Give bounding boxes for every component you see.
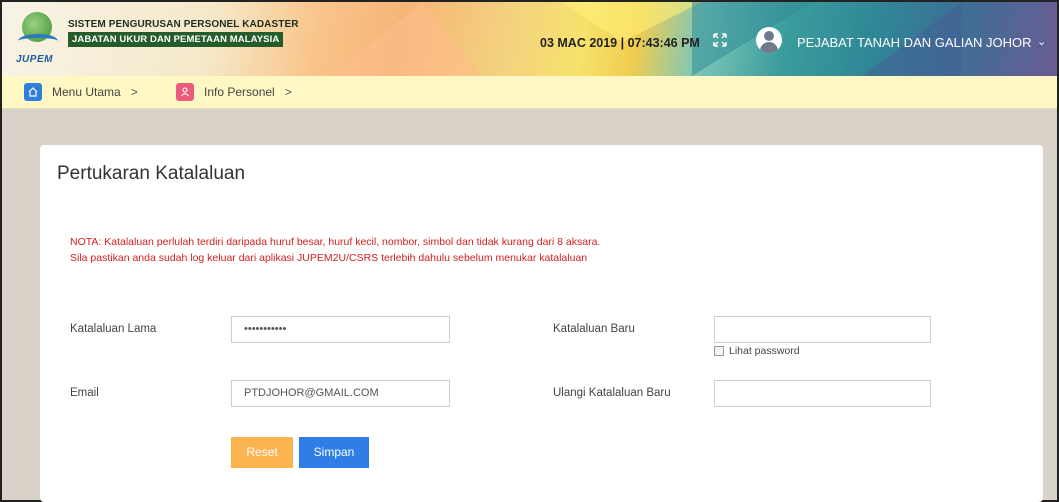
breadcrumb-item-menu-utama[interactable]: Menu Utama >: [24, 83, 138, 101]
user-avatar[interactable]: [756, 27, 782, 53]
change-password-card: Pertukaran Katalaluan NOTA: Katalaluan p…: [40, 145, 1043, 502]
user-glyph: [181, 87, 189, 97]
breadcrumb-label: Info Personel: [204, 85, 275, 99]
old-password-label: Katalaluan Lama: [70, 323, 157, 335]
header-decoration: [332, 2, 482, 76]
home-icon: [24, 83, 42, 101]
jupem-logo[interactable]: JUPEM: [16, 12, 58, 68]
breadcrumb-label: Menu Utama: [52, 85, 121, 99]
checkbox-box[interactable]: [714, 346, 724, 356]
fullscreen-icon[interactable]: [712, 33, 728, 49]
avatar-head: [764, 31, 774, 41]
user-icon: [176, 83, 194, 101]
show-password-label: Lihat password: [729, 345, 800, 357]
avatar-body: [760, 42, 778, 53]
breadcrumb-item-info-personel[interactable]: Info Personel >: [176, 83, 292, 101]
current-datetime: 03 MAC 2019 | 07:43:46 PM: [540, 36, 700, 50]
logo-swoosh: [18, 34, 58, 48]
reset-button[interactable]: Reset: [231, 437, 293, 468]
note-line: NOTA: Katalaluan perlulah terdiri daripa…: [70, 236, 601, 248]
page-title: Pertukaran Katalaluan: [57, 163, 246, 184]
confirm-password-label: Ulangi Katalaluan Baru: [553, 387, 671, 399]
note-line: Sila pastikan anda sudah log keluar dari…: [70, 252, 588, 264]
home-glyph: [28, 87, 38, 97]
logo-text: JUPEM: [16, 54, 53, 65]
breadcrumb: Menu Utama > Info Personel >: [2, 76, 1057, 109]
app-header: JUPEM SISTEM PENGURUSAN PERSONEL KADASTE…: [2, 2, 1057, 76]
save-button[interactable]: Simpan: [299, 437, 369, 468]
new-password-field[interactable]: [714, 316, 931, 343]
breadcrumb-separator: >: [130, 85, 138, 99]
header-decoration: [692, 2, 812, 76]
breadcrumb-separator: >: [284, 85, 292, 99]
user-name[interactable]: PEJABAT TANAH DAN GALIAN JOHOR: [797, 35, 1032, 50]
show-password-checkbox[interactable]: Lihat password: [714, 345, 800, 357]
email-label: Email: [70, 387, 99, 399]
fullscreen-glyph: [713, 33, 727, 47]
new-password-label: Katalaluan Baru: [553, 323, 635, 335]
chevron-down-icon[interactable]: ⌄: [1037, 35, 1046, 48]
email-field[interactable]: PTDJOHOR@GMAIL.COM: [231, 380, 450, 407]
department-name: JABATAN UKUR DAN PEMETAAN MALAYSIA: [68, 32, 284, 47]
system-title: SISTEM PENGURUSAN PERSONEL KADASTER: [68, 19, 299, 30]
old-password-field[interactable]: •••••••••••: [231, 316, 450, 343]
confirm-password-field[interactable]: [714, 380, 931, 407]
password-note: NOTA: Katalaluan perlulah terdiri daripa…: [70, 234, 600, 266]
